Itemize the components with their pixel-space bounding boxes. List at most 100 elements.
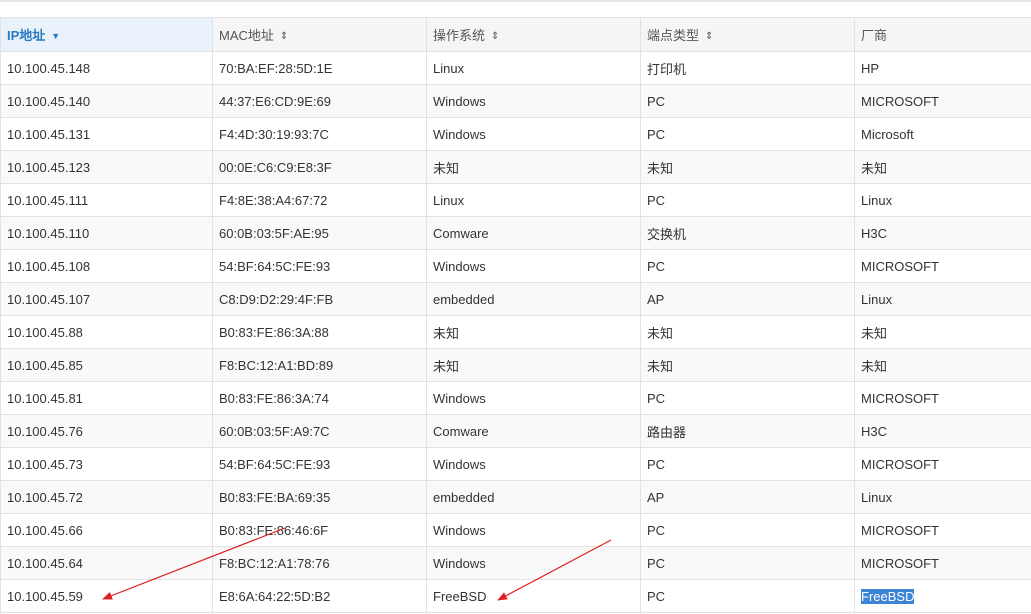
cell-text: PC [647,192,666,208]
cell-text: 10.100.45.108 [7,258,91,274]
cell-text: PC [647,390,666,406]
cell-mac: 70:BA:EF:28:5D:1E [212,51,427,85]
cell-text: HP [861,60,880,76]
cell-text: 60:0B:03:5F:AE:95 [219,225,329,241]
cell-text: C8:D9:D2:29:4F:FB [219,291,334,307]
cell-text: Linux [433,192,465,208]
cell-text: MICROSOFT [861,555,939,571]
table-row[interactable]: 10.100.45.76 60:0B:03:5F:A9:7C Comware 路由器 H… [0,414,1031,448]
cell-endpoint-type: PC [640,249,855,283]
cell-endpoint-type: 打印机 [640,51,855,85]
cell-text: MICROSOFT [861,258,939,274]
cell-os: Windows [426,84,641,118]
cell-os: Linux [426,51,641,85]
cell-endpoint-type: AP [640,282,855,316]
table-row[interactable]: 10.100.45.110 60:0B:03:5F:AE:95 Comware 交换机… [0,216,1031,250]
cell-text: Windows [433,126,486,142]
cell-vendor: Microsoft [854,117,1031,151]
cell-text: FreeBSD [433,588,487,604]
sort-down-icon[interactable]: ▼ [51,32,60,41]
cell-os: 未知 [426,150,641,184]
cell-text: 未知 [861,160,888,176]
cell-os: embedded [426,282,641,316]
cell-text: 未知 [647,325,674,341]
cell-text: 未知 [647,358,674,374]
table-row[interactable]: 10.100.45.148 70:BA:EF:28:5D:1E Linux 打印机 HP [0,51,1031,85]
cell-text: H3C [861,225,888,241]
cell-text: PC [647,93,666,109]
cell-endpoint-type: AP [640,480,855,514]
cell-endpoint-type: 未知 [640,150,855,184]
cell-text: B0:83:FE:BA:69:35 [219,489,331,505]
column-header-label: 操作系统 [433,28,486,43]
cell-text: 60:0B:03:5F:A9:7C [219,423,330,439]
table-row[interactable]: 10.100.45.72 B0:83:FE:BA:69:35 embedded AP L… [0,480,1031,514]
cell-text: Windows [433,93,486,109]
table-row[interactable]: 10.100.45.81 B0:83:FE:86:3A:74 Windows PC MI… [0,381,1031,415]
table-row[interactable]: 10.100.45.88 B0:83:FE:86:3A:88 未知 未知 未知 [0,315,1031,349]
table-row[interactable]: 10.100.45.85 F8:BC:12:A1:BD:89 未知 未知 未知 [0,348,1031,382]
table-row[interactable]: 10.100.45.123 00:0E:C6:C9:E8:3F 未知 未知 未知 [0,150,1031,184]
table-row[interactable]: 10.100.45.131 F4:4D:30:19:93:7C Windows PC M… [0,117,1031,151]
cell-endpoint-type: PC [640,579,855,613]
cell-endpoint-type: PC [640,513,855,547]
table-row[interactable]: 10.100.45.73 54:BF:64:5C:FE:93 Windows PC MI… [0,447,1031,481]
cell-text: B0:83:FE:86:3A:74 [219,390,329,406]
sort-both-icon[interactable]: ⇕ [280,31,288,42]
cell-ip: 10.100.45.76 [0,414,213,448]
column-header-endpoint-type[interactable]: 端点类型 ⇕ [640,17,855,52]
column-header-label: 厂商 [861,28,888,43]
cell-text: 未知 [433,325,460,341]
sort-both-icon[interactable]: ⇕ [705,31,713,42]
cell-endpoint-type: PC [640,447,855,481]
cell-vendor: FreeBSD [854,579,1031,613]
cell-vendor: H3C [854,216,1031,250]
table-row[interactable]: 10.100.45.111 F4:8E:38:A4:67:72 Linux PC Lin… [0,183,1031,217]
column-header-label: MAC地址 [219,28,274,43]
cell-text: PC [647,522,666,538]
cell-text: 10.100.45.81 [7,390,83,406]
column-header-label: 端点类型 [647,28,700,43]
cell-text: embedded [433,489,495,505]
cell-text: F4:8E:38:A4:67:72 [219,192,328,208]
cell-text: 10.100.45.88 [7,324,83,340]
column-header-mac[interactable]: MAC地址 ⇕ [212,17,427,52]
cell-text: 10.100.45.131 [7,126,91,142]
cell-text: 10.100.45.123 [7,159,91,175]
cell-text: AP [647,291,665,307]
sort-both-icon[interactable]: ⇕ [491,31,499,42]
table-row[interactable]: 10.100.45.107 C8:D9:D2:29:4F:FB embedded AP… [0,282,1031,316]
cell-mac: F4:4D:30:19:93:7C [212,117,427,151]
cell-text: 00:0E:C6:C9:E8:3F [219,159,332,175]
cell-vendor: H3C [854,414,1031,448]
column-header-os[interactable]: 操作系统 ⇕ [426,17,641,52]
cell-text: PC [647,588,666,604]
table-row[interactable]: 10.100.45.59 E8:6A:64:22:5D:B2 FreeBSD PC Fr… [0,579,1031,613]
table-row[interactable]: 10.100.45.66 B0:83:FE:86:46:6F Windows PC MI… [0,513,1031,547]
table-row[interactable]: 10.100.45.64 F8:BC:12:A1:78:76 Windows PC MI… [0,546,1031,580]
column-header-ip[interactable]: IP地址 ▼ [0,17,213,52]
cell-text: PC [647,126,666,142]
cell-text: E8:6A:64:22:5D:B2 [219,588,331,604]
cell-os: Windows [426,381,641,415]
cell-vendor: Linux [854,480,1031,514]
cell-text: 10.100.45.85 [7,357,83,373]
table-row[interactable]: 10.100.45.108 54:BF:64:5C:FE:93 Windows PC M… [0,249,1031,283]
cell-text: 10.100.45.59 [7,588,83,604]
cell-mac: 60:0B:03:5F:AE:95 [212,216,427,250]
cell-text: 路由器 [647,424,687,440]
table-row[interactable]: 10.100.45.140 44:37:E6:CD:9E:69 Windows PC M… [0,84,1031,118]
endpoint-table-container: IP地址 ▼ MAC地址 ⇕ 操作系统 ⇕ 端点类型 ⇕ 厂商 10.100.45.148 70:… [0,0,1031,614]
cell-text: PC [647,555,666,571]
cell-text: 10.100.45.73 [7,456,83,472]
cell-endpoint-type: PC [640,183,855,217]
cell-ip: 10.100.45.59 [0,579,213,613]
cell-text: 10.100.45.110 [7,225,90,241]
cell-mac: F4:8E:38:A4:67:72 [212,183,427,217]
cell-endpoint-type: PC [640,381,855,415]
cell-text: 10.100.45.76 [7,423,83,439]
cell-os: embedded [426,480,641,514]
cell-vendor: MICROSOFT [854,546,1031,580]
column-header-vendor[interactable]: 厂商 [854,17,1031,52]
cell-text: 交换机 [647,226,687,242]
